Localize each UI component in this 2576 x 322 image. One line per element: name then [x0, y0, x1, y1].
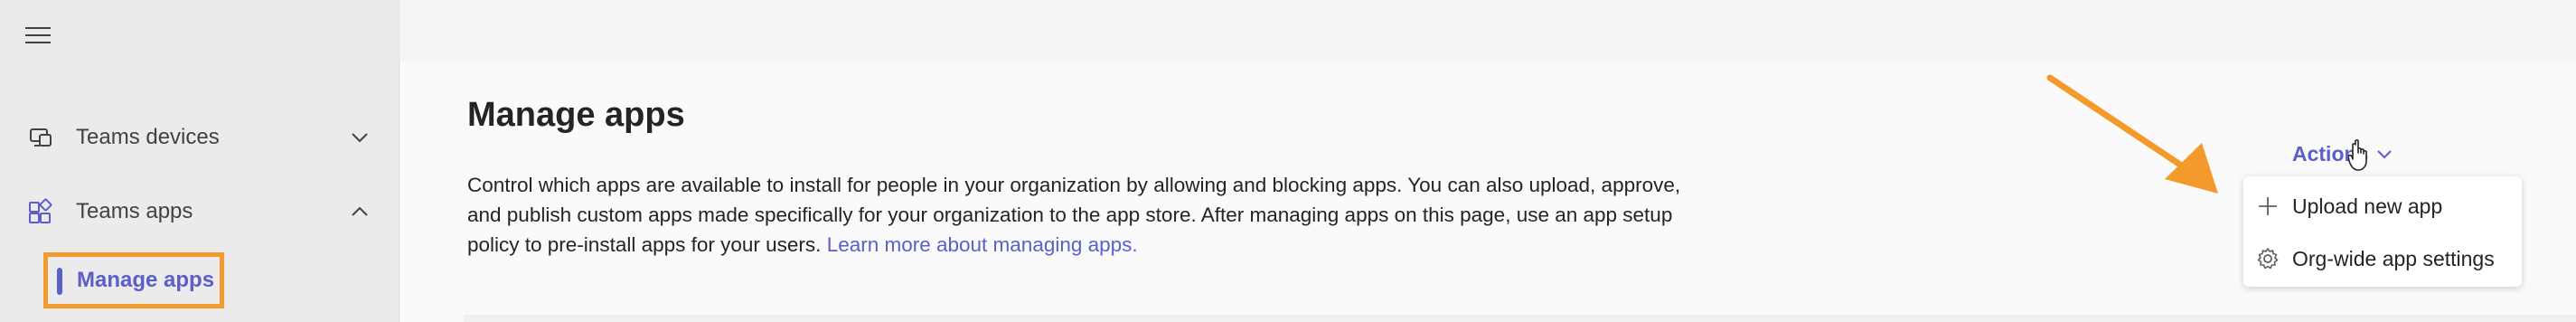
sidebar-subitem-manage-apps[interactable]: Manage apps	[43, 252, 224, 308]
content-card-edge	[464, 315, 2576, 322]
apps-icon	[29, 198, 52, 223]
menu-item-label: Org-wide app settings	[2292, 246, 2495, 270]
sidebar-item-teams-apps[interactable]: Teams apps	[0, 183, 400, 241]
chevron-up-icon[interactable]	[349, 201, 371, 223]
sidebar-item-teams-devices[interactable]: Teams devices	[0, 109, 400, 166]
menu-item-org-wide-app-settings[interactable]: Org-wide app settings	[2243, 232, 2522, 285]
top-header-band	[400, 0, 2576, 62]
chevron-down-icon	[2377, 150, 2393, 159]
page-title: Manage apps	[467, 96, 685, 134]
annotation-arrow-icon	[2046, 74, 2218, 194]
sidebar-item-label: Teams devices	[76, 125, 220, 149]
plus-icon	[2259, 197, 2277, 215]
menu-item-upload-new-app[interactable]: Upload new app	[2243, 180, 2522, 232]
sidebar-item-label: Teams apps	[76, 199, 193, 223]
page-description: Control which apps are available to inst…	[467, 170, 1715, 260]
selected-indicator	[57, 268, 62, 295]
menu-item-label: Upload new app	[2292, 194, 2443, 218]
left-nav-sidebar: Teams devices Teams apps Manage apps	[0, 0, 400, 322]
hand-cursor-icon	[2348, 139, 2367, 171]
devices-icon	[30, 128, 52, 147]
learn-more-link[interactable]: Learn more about managing apps.	[827, 233, 1138, 256]
hamburger-menu-icon[interactable]	[25, 27, 52, 47]
sidebar-subitem-label: Manage apps	[77, 268, 215, 292]
actions-dropdown-button[interactable]: Actions	[2292, 137, 2393, 170]
chevron-down-icon[interactable]	[349, 127, 371, 148]
gear-icon	[2257, 248, 2279, 270]
actions-dropdown-menu: Upload new app Org-wide app settings	[2243, 176, 2522, 287]
